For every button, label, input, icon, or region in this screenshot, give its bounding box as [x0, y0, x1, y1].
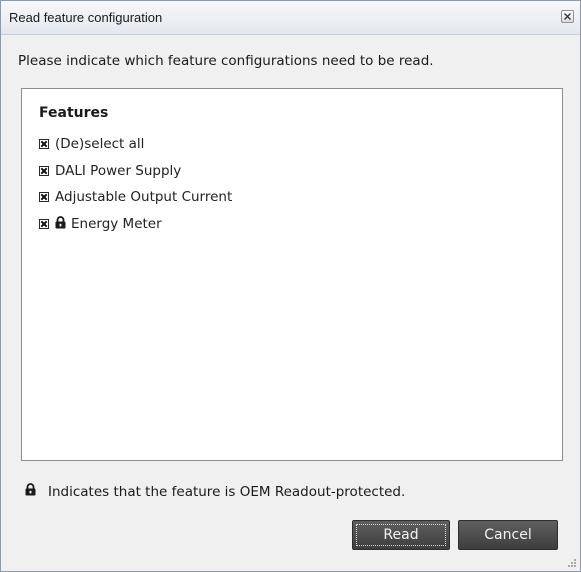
checkbox-label: Adjustable Output Current [55, 189, 233, 205]
checkbox[interactable] [39, 192, 49, 202]
checkbox-check-icon [40, 220, 48, 228]
read-button[interactable]: Read [352, 520, 450, 550]
features-heading: Features [39, 105, 109, 121]
read-feature-configuration-dialog: Read feature configuration Please indica… [0, 0, 581, 572]
legend-text: Indicates that the feature is OEM Readou… [48, 483, 406, 500]
focus-indicator [356, 524, 446, 546]
checkbox-dali-power-supply[interactable]: DALI Power Supply [39, 162, 181, 180]
title-bar[interactable]: Read feature configuration [1, 1, 580, 35]
checkbox-energy-meter[interactable]: Energy Meter [39, 215, 162, 233]
checkbox-label: (De)select all [55, 136, 145, 152]
close-button[interactable] [561, 10, 574, 23]
window-title: Read feature configuration [9, 10, 163, 25]
checkbox-check-icon [40, 167, 48, 175]
checkbox-check-icon [40, 140, 48, 148]
checkbox[interactable] [39, 219, 49, 229]
cancel-button-label: Cancel [484, 527, 532, 543]
checkbox-label: Energy Meter [71, 216, 162, 232]
cancel-button[interactable]: Cancel [458, 520, 558, 550]
lock-icon [25, 483, 36, 500]
checkbox-check-icon [40, 193, 48, 201]
close-icon [564, 13, 571, 20]
checkbox-label: DALI Power Supply [55, 163, 182, 179]
checkbox[interactable] [39, 166, 49, 176]
checkbox[interactable] [39, 139, 49, 149]
features-list-box: Features (De)select all DALI Power Suppl… [21, 88, 563, 461]
resize-grip-icon[interactable] [567, 558, 577, 568]
protection-legend: Indicates that the feature is OEM Readou… [25, 483, 405, 500]
lock-icon [55, 215, 66, 233]
instruction-text: Please indicate which feature configurat… [18, 53, 434, 69]
checkbox-adjustable-output-current[interactable]: Adjustable Output Current [39, 188, 232, 206]
checkbox-deselect-all[interactable]: (De)select all [39, 135, 144, 153]
